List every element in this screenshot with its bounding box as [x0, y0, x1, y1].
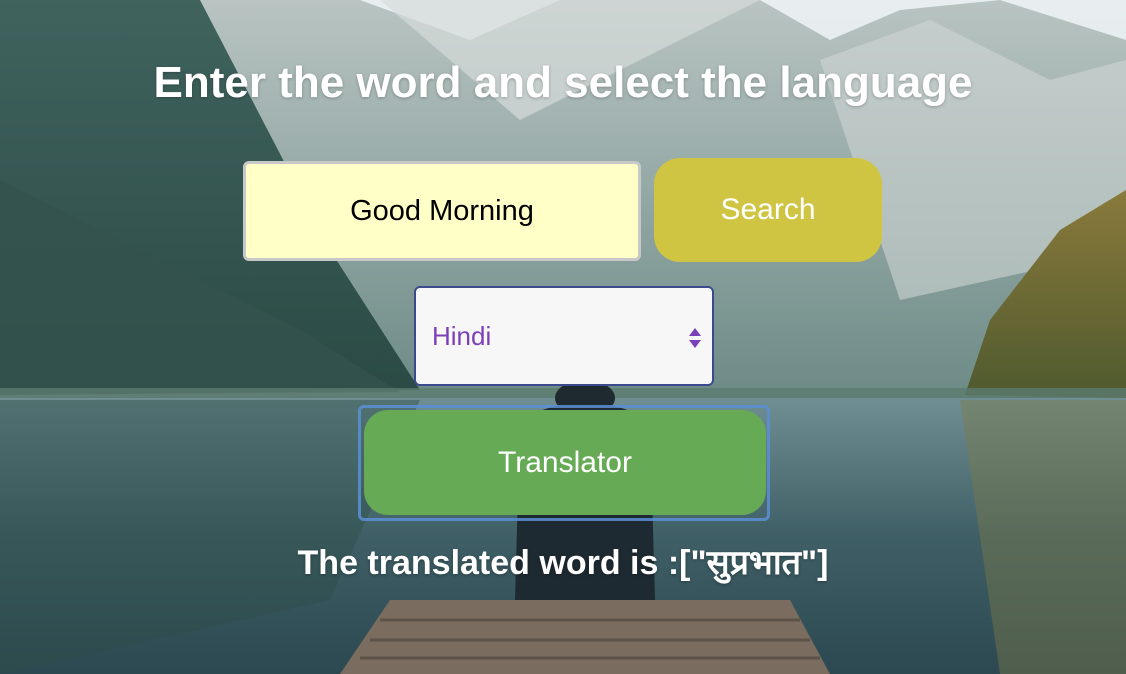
language-select[interactable]: Hindi: [414, 286, 714, 386]
word-input[interactable]: [243, 161, 641, 261]
translate-button[interactable]: Translator: [364, 410, 766, 515]
translation-result: The translated word is :["सुप्रभात"]: [297, 544, 829, 582]
page-title: Enter the word and select the language: [153, 58, 973, 107]
select-arrows-icon: [689, 328, 701, 348]
search-button[interactable]: Search: [654, 158, 882, 262]
language-select-value: Hindi: [432, 320, 492, 351]
